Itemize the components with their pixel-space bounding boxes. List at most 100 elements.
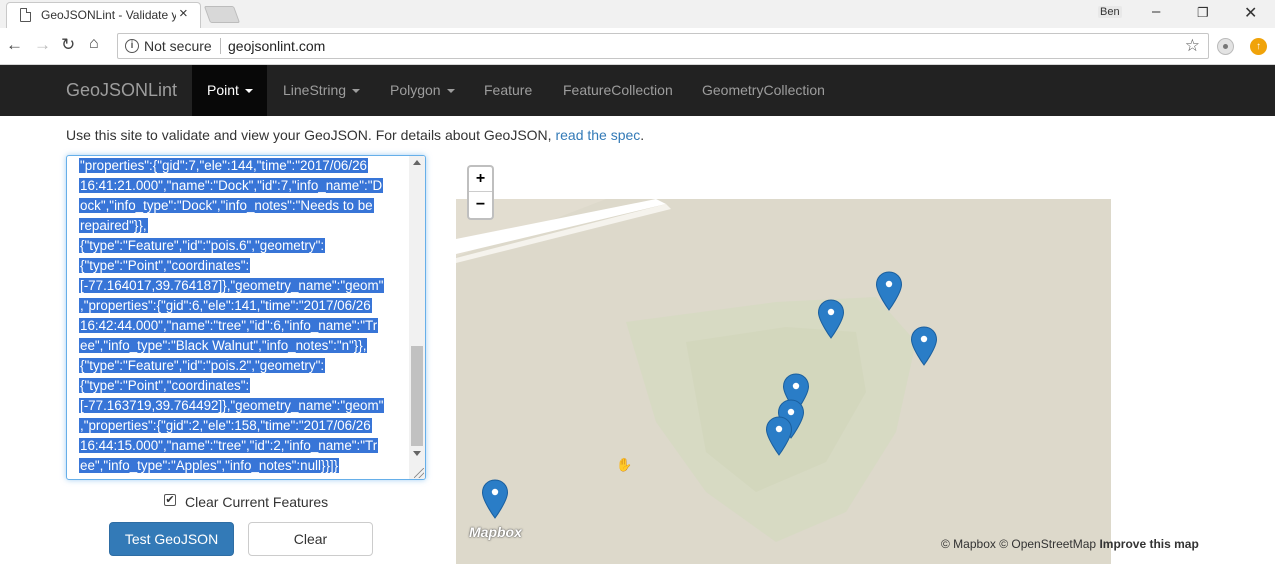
caret-down-icon bbox=[244, 89, 253, 94]
editor-line: 16:42:44.000","name":"tree","id":6,"info… bbox=[79, 316, 399, 336]
security-label[interactable]: Not secure bbox=[144, 38, 212, 54]
home-icon[interactable]: ⌂ bbox=[89, 35, 99, 53]
editor-line-text: 16:44:15.000","name":"tree","id":2,"info… bbox=[79, 438, 379, 453]
editor-line: ,"properties":{"gid":6,"ele":141,"time":… bbox=[79, 296, 399, 316]
nav-polygon[interactable]: Polygon bbox=[375, 65, 455, 116]
editor-line-text: ee","info_type":"Apples","info_notes":nu… bbox=[79, 458, 340, 473]
info-icon[interactable]: i bbox=[125, 39, 139, 53]
attribution-text: © Mapbox © OpenStreetMap bbox=[941, 537, 1100, 551]
clear-button[interactable]: Clear bbox=[248, 522, 373, 556]
page-icon bbox=[20, 8, 31, 22]
mapbox-logo[interactable]: Mapbox bbox=[469, 524, 522, 540]
nav-linestring-label: LineString bbox=[283, 82, 347, 98]
nav-point-label: Point bbox=[207, 82, 239, 98]
editor-line-text: "properties":{"gid":7,"ele":144,"time":"… bbox=[79, 158, 368, 173]
url-text[interactable]: geojsonlint.com bbox=[228, 38, 325, 54]
map-tiles bbox=[456, 199, 1111, 564]
back-arrow-icon[interactable]: ← bbox=[6, 35, 23, 55]
url-separator bbox=[220, 38, 221, 54]
nav-feature[interactable]: Feature bbox=[469, 65, 532, 116]
map-marker-icon[interactable] bbox=[765, 416, 793, 456]
caret-down-icon bbox=[352, 89, 361, 94]
address-bar[interactable]: i Not secure geojsonlint.com ☆ bbox=[117, 33, 1209, 59]
nav-feature-label: Feature bbox=[484, 82, 533, 98]
editor-scrollbar[interactable] bbox=[409, 156, 425, 479]
minimize-icon[interactable]: – bbox=[1152, 3, 1160, 20]
extension-orange-icon[interactable]: ↑ bbox=[1250, 38, 1267, 55]
scroll-up-icon[interactable] bbox=[413, 160, 421, 165]
intro-body: Use this site to validate and view your … bbox=[66, 127, 556, 143]
profile-name[interactable]: Ben bbox=[1098, 6, 1122, 18]
nav-polygon-label: Polygon bbox=[390, 82, 441, 98]
map-attribution: © Mapbox © OpenStreetMap Improve this ma… bbox=[941, 537, 1199, 551]
editor-line-text: {"type":"Point","coordinates": bbox=[79, 378, 251, 393]
extension-icon[interactable] bbox=[1217, 38, 1234, 55]
editor-line: {"type":"Feature","id":"pois.2","geometr… bbox=[79, 356, 399, 376]
editor-line-text: repaired"}}, bbox=[79, 218, 148, 233]
editor-line: [-77.163719,39.764492]},"geometry_name":… bbox=[79, 396, 399, 416]
nav-featurecollection-label: FeatureCollection bbox=[563, 82, 673, 98]
zoom-in-button[interactable]: + bbox=[469, 167, 492, 192]
reload-icon[interactable]: ↻ bbox=[61, 35, 75, 55]
browser-toolbar: ← → ↻ ⌂ i Not secure geojsonlint.com ☆ ↑ bbox=[0, 28, 1275, 65]
star-icon[interactable]: ☆ bbox=[1185, 36, 1200, 56]
editor-line: "properties":{"gid":7,"ele":144,"time":"… bbox=[79, 156, 399, 176]
nav-featurecollection[interactable]: FeatureCollection bbox=[548, 65, 673, 116]
browser-title-bar: GeoJSONLint - Validate y × Ben – ❐ ✕ bbox=[0, 0, 1275, 28]
geojson-text: "properties":{"gid":7,"ele":144,"time":"… bbox=[79, 156, 399, 476]
nav-geometrycollection[interactable]: GeometryCollection bbox=[687, 65, 825, 116]
caret-down-icon bbox=[446, 89, 455, 94]
nav-geometrycollection-label: GeometryCollection bbox=[702, 82, 825, 98]
editor-line-text: ock","info_type":"Dock","info_notes":"Ne… bbox=[79, 198, 374, 213]
editor-line: ee","info_type":"Apples","info_notes":nu… bbox=[79, 456, 399, 476]
nav-point[interactable]: Point bbox=[192, 65, 267, 116]
editor-line-text: {"type":"Feature","id":"pois.6","geometr… bbox=[79, 238, 326, 253]
brand-logo[interactable]: GeoJSONLint bbox=[66, 80, 177, 101]
editor-line: {"type":"Feature","id":"pois.6","geometr… bbox=[79, 236, 399, 256]
map-marker-icon[interactable] bbox=[817, 299, 845, 339]
editor-line: [-77.164017,39.764187]},"geometry_name":… bbox=[79, 276, 399, 296]
zoom-out-button[interactable]: − bbox=[469, 193, 492, 218]
nav-linestring[interactable]: LineString bbox=[268, 65, 361, 116]
editor-line-text: ,"properties":{"gid":2,"ele":158,"time":… bbox=[79, 418, 372, 433]
hand-cursor-icon: ✋ bbox=[616, 457, 633, 472]
editor-line-text: {"type":"Feature","id":"pois.2","geometr… bbox=[79, 358, 326, 373]
restore-icon[interactable]: ❐ bbox=[1197, 5, 1209, 21]
scrollbar-thumb[interactable] bbox=[411, 346, 423, 446]
editor-line: repaired"}}, bbox=[79, 216, 399, 236]
scroll-down-icon[interactable] bbox=[413, 451, 421, 456]
tab-close-button[interactable]: × bbox=[179, 6, 188, 22]
map-view[interactable]: + − Mapbox bbox=[456, 162, 1111, 564]
spec-link[interactable]: read the spec bbox=[555, 127, 640, 143]
map-marker-icon[interactable] bbox=[875, 271, 903, 311]
tab-title: GeoJSONLint - Validate y bbox=[41, 8, 176, 22]
zoom-control: + − bbox=[467, 165, 494, 220]
clear-features-checkbox[interactable]: ✔ bbox=[164, 494, 176, 506]
editor-line-text: [-77.164017,39.764187]},"geometry_name":… bbox=[79, 278, 385, 293]
map-marker-icon[interactable] bbox=[481, 479, 509, 519]
close-window-icon[interactable]: ✕ bbox=[1244, 3, 1257, 23]
editor-line-text: 16:42:44.000","name":"tree","id":6,"info… bbox=[79, 318, 379, 333]
forward-arrow-icon[interactable]: → bbox=[34, 35, 51, 55]
map-marker-icon[interactable] bbox=[910, 326, 938, 366]
editor-line: {"type":"Point","coordinates": bbox=[79, 376, 399, 396]
editor-line: ock","info_type":"Dock","info_notes":"Ne… bbox=[79, 196, 399, 216]
browser-tab[interactable]: GeoJSONLint - Validate y × bbox=[6, 2, 201, 28]
test-geojson-button[interactable]: Test GeoJSON bbox=[109, 522, 234, 556]
new-tab-button[interactable] bbox=[203, 6, 241, 23]
geojson-textarea[interactable]: "properties":{"gid":7,"ele":144,"time":"… bbox=[66, 155, 426, 480]
editor-line: ee","info_type":"Black Walnut","info_not… bbox=[79, 336, 399, 356]
editor-line: {"type":"Point","coordinates": bbox=[79, 256, 399, 276]
clear-features-label[interactable]: Clear Current Features bbox=[185, 494, 328, 510]
editor-line-text: {"type":"Point","coordinates": bbox=[79, 258, 251, 273]
editor-line-text: ,"properties":{"gid":6,"ele":141,"time":… bbox=[79, 298, 372, 313]
improve-map-link[interactable]: Improve this map bbox=[1099, 537, 1198, 551]
editor-line-text: ee","info_type":"Black Walnut","info_not… bbox=[79, 338, 368, 353]
resize-grip-icon[interactable] bbox=[414, 468, 424, 478]
editor-line: 16:41:21.000","name":"Dock","id":7,"info… bbox=[79, 176, 399, 196]
editor-line-text: 16:41:21.000","name":"Dock","id":7,"info… bbox=[79, 178, 384, 193]
editor-line: ,"properties":{"gid":2,"ele":158,"time":… bbox=[79, 416, 399, 436]
intro-suffix: . bbox=[640, 127, 645, 143]
site-navbar: GeoJSONLint Point LineString Polygon Fea… bbox=[0, 65, 1275, 116]
editor-line: 16:44:15.000","name":"tree","id":2,"info… bbox=[79, 436, 399, 456]
